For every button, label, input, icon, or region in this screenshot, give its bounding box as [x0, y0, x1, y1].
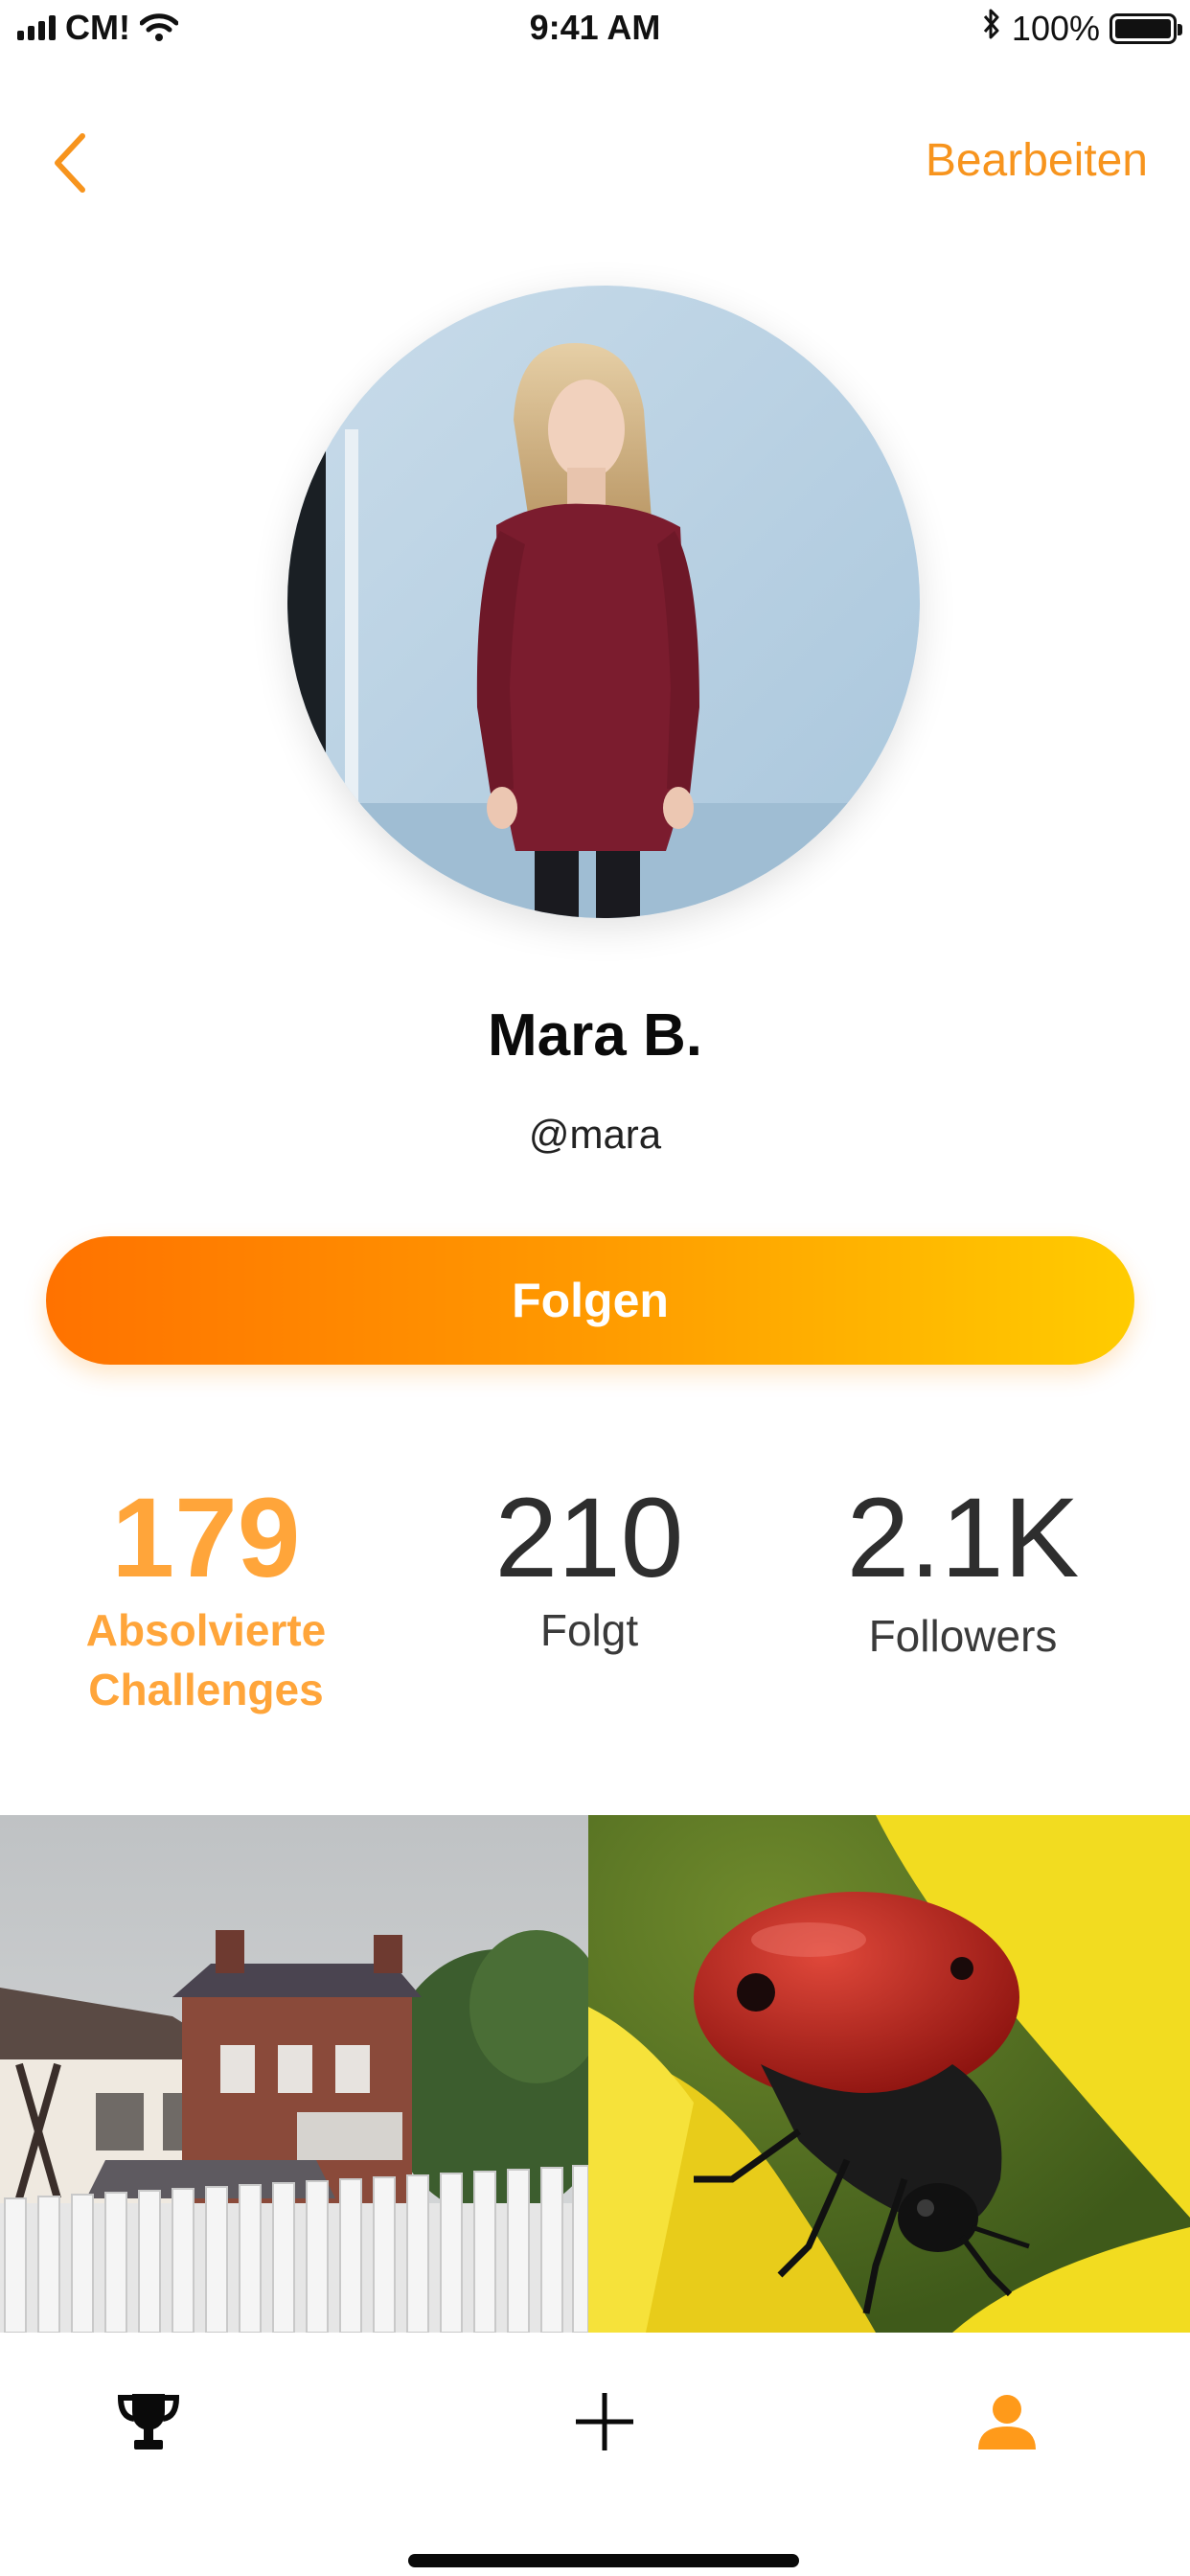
- avatar: [287, 286, 920, 918]
- tab-bar: [0, 2333, 1190, 2576]
- photo-ladybug[interactable]: [588, 1815, 1190, 2333]
- stat-challenges-value: 179: [111, 1475, 301, 1601]
- stat-followers-value: 2.1K: [846, 1475, 1080, 1601]
- tab-add[interactable]: [561, 2379, 648, 2465]
- back-button[interactable]: [48, 125, 96, 201]
- stat-following-label: Folgt: [539, 1605, 639, 1655]
- tab-challenges[interactable]: [105, 2379, 192, 2465]
- follow-button[interactable]: Folgen: [46, 1236, 1134, 1365]
- stat-challenges-label-line2: Challenges: [88, 1665, 324, 1714]
- profile-handle: @mara: [528, 1112, 662, 1157]
- profile-photo: [287, 286, 920, 918]
- status-bar: CM! 9:41 AM 100%: [0, 0, 1190, 59]
- status-right: 100%: [981, 8, 1182, 49]
- profile-name: Mara B.: [488, 1002, 702, 1069]
- trophy-icon: [117, 2394, 180, 2450]
- photo-houses[interactable]: [0, 1815, 588, 2333]
- edit-button[interactable]: Bearbeiten: [926, 134, 1148, 187]
- stat-challenges-label-line1: Absolvierte: [85, 1605, 327, 1655]
- follow-button-label: Folgen: [512, 1274, 669, 1327]
- photo-grid: [0, 1815, 1190, 2333]
- stat-following-value: 210: [494, 1475, 684, 1601]
- stat-followers[interactable]: 2.1K Followers: [805, 1476, 1121, 1666]
- battery-icon: [1110, 12, 1182, 44]
- plus-icon: [576, 2393, 633, 2450]
- stat-following[interactable]: 210 Folgt: [431, 1476, 747, 1660]
- chevron-left-icon: [55, 133, 85, 193]
- tab-profile[interactable]: [964, 2379, 1050, 2465]
- battery-percent: 100%: [1011, 8, 1100, 48]
- profile-icon: [978, 2395, 1036, 2450]
- stat-challenges[interactable]: 179 Absolvierte Challenges: [38, 1476, 374, 1719]
- stat-followers-label: Followers: [868, 1611, 1058, 1661]
- home-indicator[interactable]: [408, 2554, 799, 2567]
- bluetooth-icon: [981, 8, 1002, 49]
